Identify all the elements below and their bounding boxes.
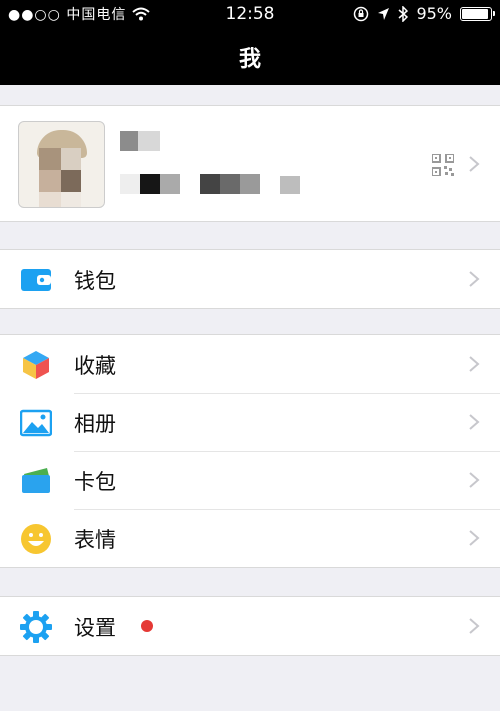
- menu-label-cards: 卡包: [74, 470, 116, 494]
- settings-section: 设置: [0, 596, 500, 656]
- top-bar: ●●○○ 中国电信 12:58 95% 我: [0, 0, 500, 85]
- location-arrow-icon: [378, 7, 390, 20]
- bluetooth-icon: [398, 5, 409, 22]
- favorites-cube-icon: [23, 351, 49, 379]
- chevron-right-icon: [469, 618, 480, 634]
- menu-item-wallet[interactable]: 钱包: [0, 250, 500, 308]
- menu-item-favorites[interactable]: 收藏: [0, 335, 500, 393]
- menu-item-stickers[interactable]: 表情: [0, 509, 500, 567]
- qr-code-icon[interactable]: [432, 154, 454, 176]
- card-wallet-icon: [22, 468, 50, 493]
- notification-badge-dot: [141, 620, 153, 632]
- menu-label-album: 相册: [74, 412, 116, 436]
- chevron-right-icon: [469, 530, 480, 546]
- battery-percent: 95%: [416, 4, 452, 23]
- page-title: 我: [238, 47, 261, 72]
- wallet-section: 钱包: [0, 249, 500, 309]
- chevron-right-icon: [469, 156, 480, 172]
- status-bar: ●●○○ 中国电信 12:58 95%: [0, 0, 500, 30]
- chevron-right-icon: [469, 271, 480, 287]
- menu-item-cards[interactable]: 卡包: [0, 451, 500, 509]
- avatar[interactable]: [18, 121, 105, 208]
- chevron-right-icon: [469, 472, 480, 488]
- chevron-right-icon: [469, 414, 480, 430]
- menu-label-wallet: 钱包: [74, 269, 116, 293]
- menu-label-favorites: 收藏: [74, 354, 116, 378]
- gear-icon: [20, 611, 52, 643]
- smiley-face-icon: [21, 524, 51, 554]
- menu-label-settings: 设置: [74, 616, 116, 640]
- chevron-right-icon: [469, 356, 480, 372]
- album-picture-icon: [20, 409, 52, 437]
- profile-card[interactable]: [0, 105, 500, 222]
- battery-icon: [460, 6, 495, 21]
- menu-item-album[interactable]: 相册: [0, 393, 500, 451]
- wallet-icon: [21, 269, 51, 291]
- content-section: 收藏 相册 卡包 表情: [0, 334, 500, 568]
- menu-item-settings[interactable]: 设置: [0, 597, 500, 655]
- menu-label-stickers: 表情: [74, 528, 116, 552]
- rotation-lock-icon: [354, 6, 369, 21]
